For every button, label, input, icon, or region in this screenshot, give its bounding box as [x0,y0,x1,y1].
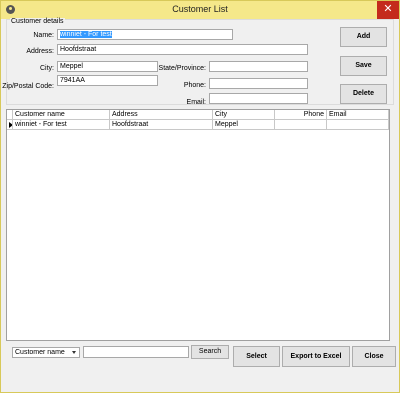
state-label: State/Province: [158,65,206,72]
search-field-value: Customer name [15,349,65,356]
cell-city[interactable]: Meppel [213,120,275,130]
column-header-email[interactable]: Email [327,110,389,120]
window-title: Customer List [172,4,228,14]
delete-button[interactable]: Delete [340,84,387,104]
address-label: Address: [26,48,54,55]
export-to-excel-button[interactable]: Export to Excel [282,346,350,367]
column-header-phone[interactable]: Phone [275,110,327,120]
cell-address[interactable]: Hoofdstraat [110,120,213,130]
name-label: Name: [33,32,54,39]
address-field[interactable]: Hoofdstraat [57,44,308,55]
zip-label: Zip/Postal Code: [2,83,54,90]
add-button[interactable]: Add [340,27,387,47]
cell-phone[interactable] [275,120,327,130]
city-field[interactable]: Meppel [57,61,158,72]
cell-email[interactable] [327,120,389,130]
zip-field[interactable]: 7941AA [57,75,158,86]
customer-grid: Customer name Address City Phone Email w… [6,109,390,341]
customer-details-label: Customer details [10,18,65,25]
grid-header-row: Customer name Address City Phone Email [7,110,389,120]
column-header-customer-name[interactable]: Customer name [13,110,110,120]
email-field[interactable] [209,93,308,104]
select-button[interactable]: Select [233,346,280,367]
city-label: City: [40,65,54,72]
email-label: Email: [186,99,206,106]
close-icon[interactable]: ✕ [377,1,399,19]
column-header-address[interactable]: Address [110,110,213,120]
search-field-select[interactable]: Customer name [12,347,80,358]
name-field[interactable]: winniet - For test [57,29,233,40]
title-bar: Customer List ✕ [1,1,399,19]
save-button[interactable]: Save [340,56,387,76]
column-header-city[interactable]: City [213,110,275,120]
phone-field[interactable] [209,78,308,89]
cell-customer-name[interactable]: winniet - For test [13,120,110,130]
table-row[interactable]: winniet - For test Hoofdstraat Meppel [7,120,389,130]
search-input[interactable] [83,346,189,358]
state-field[interactable] [209,61,308,72]
customer-list-window: Customer List ✕ Customer details Name: w… [0,0,400,393]
search-button[interactable]: Search [191,345,229,359]
chevron-down-icon [72,351,76,354]
close-button[interactable]: Close [352,346,396,367]
name-value: winniet - For test [60,31,112,38]
phone-label: Phone: [183,82,206,89]
